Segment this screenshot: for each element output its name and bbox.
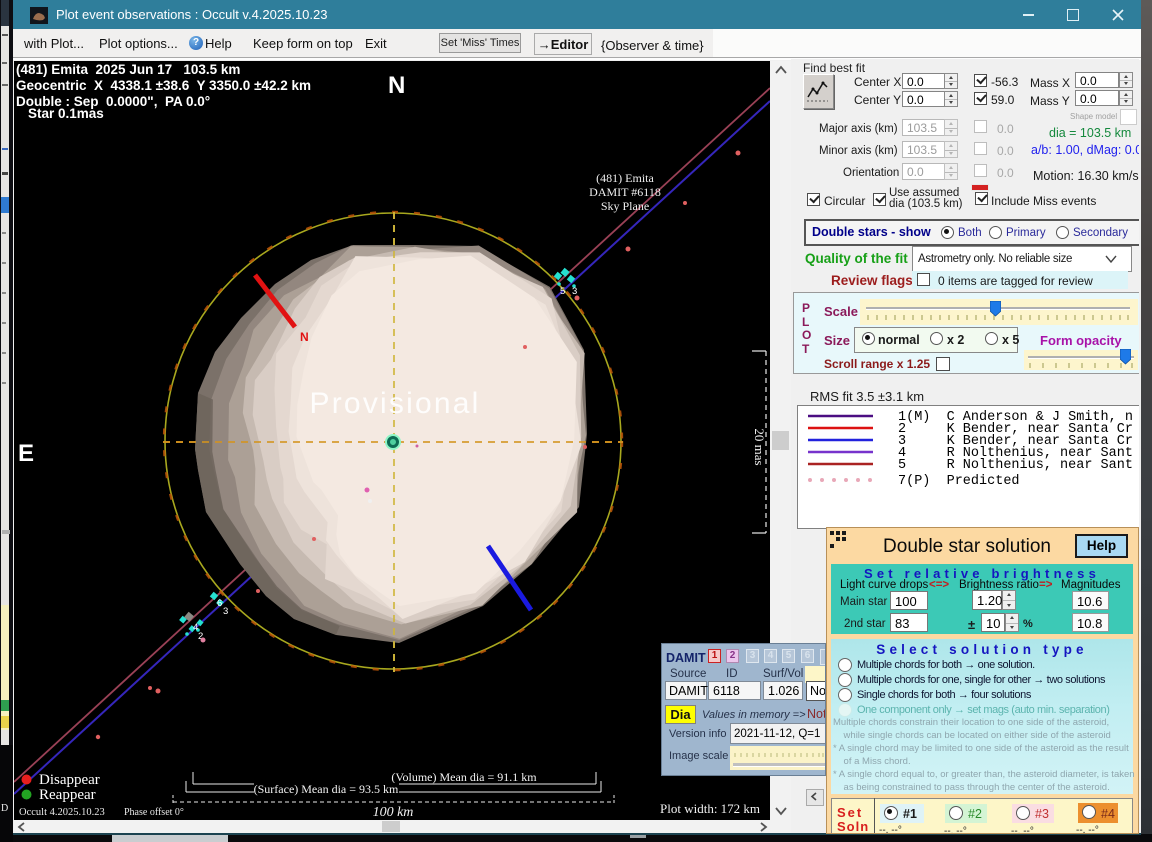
svg-text:3: 3 xyxy=(223,606,228,617)
svg-text:Phase offset 0°: Phase offset 0° xyxy=(124,807,184,818)
svg-text:Occult 4.2025.10.23: Occult 4.2025.10.23 xyxy=(19,807,105,818)
svg-text:100 km: 100 km xyxy=(373,805,414,820)
svg-text:Sky Plane: Sky Plane xyxy=(601,199,649,213)
svg-text:3: 3 xyxy=(572,286,577,297)
svg-text:6: 6 xyxy=(217,598,222,609)
svg-text:5: 5 xyxy=(560,286,565,297)
svg-text:(Volume) Mean dia = 91.1 km: (Volume) Mean dia = 91.1 km xyxy=(391,770,537,784)
svg-text:(481) Emita: (481) Emita xyxy=(596,171,654,185)
svg-text:7(P) Predicted: 7(P) Predicted xyxy=(898,474,1020,489)
svg-text:5 R Nolthenius, near Sant: 5 R Nolthenius, near Sant xyxy=(898,458,1133,473)
svg-text:(Surface) Mean dia = 93.5 km: (Surface) Mean dia = 93.5 km xyxy=(254,782,399,796)
svg-text:Disappear: Disappear xyxy=(39,772,100,788)
svg-text:Provisional: Provisional xyxy=(310,387,481,420)
svg-text:Plot width: 172 km: Plot width: 172 km xyxy=(660,801,760,816)
svg-text:DAMIT #6118: DAMIT #6118 xyxy=(589,185,661,199)
svg-text:20 mas: 20 mas xyxy=(752,428,767,465)
svg-text:N: N xyxy=(300,330,309,344)
svg-text:Reappear: Reappear xyxy=(39,787,96,803)
